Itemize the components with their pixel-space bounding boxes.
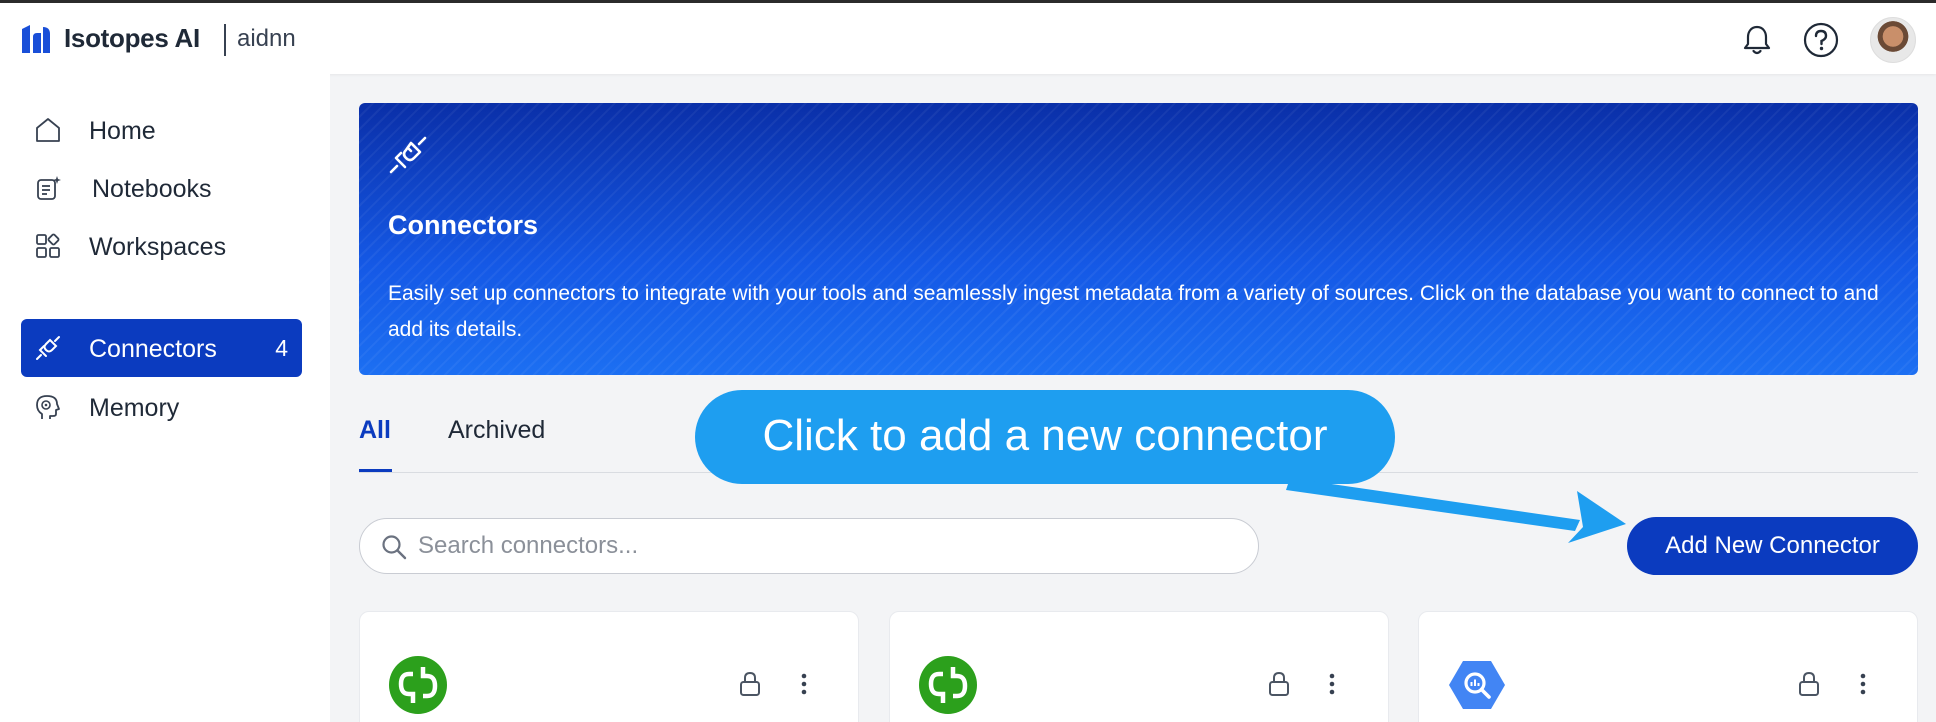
sidebar: Home Notebooks Workspaces Connectors 4 M… (0, 74, 330, 722)
sidebar-item-notebooks[interactable]: Notebooks (21, 159, 302, 217)
isotopes-logo-icon[interactable] (20, 23, 54, 57)
sidebar-item-label: Workspaces (89, 233, 227, 261)
sidebar-item-memory[interactable]: Memory (21, 378, 302, 436)
brand-name: Isotopes AI (64, 23, 200, 53)
bell-icon[interactable] (1738, 21, 1776, 59)
sidebar-item-home[interactable]: Home (21, 101, 302, 159)
user-avatar[interactable] (1870, 17, 1916, 63)
search-box[interactable] (359, 518, 1259, 574)
brand-subtitle: aidnn (237, 25, 296, 52)
sidebar-item-label: Memory (89, 394, 180, 422)
quickbooks-logo-icon (919, 656, 977, 714)
grid-icon (36, 233, 60, 258)
connectors-count-badge: 4 (275, 335, 288, 361)
sidebar-item-connectors[interactable]: Connectors 4 (21, 319, 302, 377)
quickbooks-logo-icon (389, 656, 447, 714)
sidebar-item-workspaces[interactable]: Workspaces (21, 217, 302, 275)
tutorial-callout: Click to add a new connector (695, 390, 1395, 484)
brand-divider (224, 24, 226, 56)
more-options-icon[interactable] (789, 669, 819, 699)
more-options-icon[interactable] (1317, 669, 1347, 699)
home-icon (36, 118, 60, 142)
lock-icon (1799, 671, 1819, 696)
connector-card[interactable] (1418, 611, 1918, 722)
connectors-banner: Connectors Easily set up connectors to i… (359, 103, 1918, 375)
top-bar: Isotopes AI aidnn (0, 0, 1936, 74)
bigquery-logo-icon (1449, 661, 1505, 709)
brain-head-icon (36, 395, 60, 419)
tab-all[interactable]: All (359, 416, 391, 445)
sidebar-item-label: Notebooks (92, 175, 212, 203)
search-icon (382, 535, 407, 560)
page-title: Connectors (388, 210, 539, 240)
search-input[interactable] (418, 529, 1238, 563)
lock-icon (1269, 671, 1289, 696)
page-description: Easily set up connectors to integrate wi… (388, 282, 1879, 341)
help-icon[interactable] (1802, 21, 1840, 59)
connector-card[interactable] (889, 611, 1389, 722)
add-new-connector-button[interactable]: Add New Connector (1627, 517, 1918, 575)
sidebar-item-label: Connectors (89, 335, 217, 363)
plug-icon (389, 136, 427, 174)
lock-icon (740, 671, 760, 696)
notebook-icon (37, 176, 61, 200)
tab-archived[interactable]: Archived (448, 416, 545, 445)
sidebar-item-label: Home (89, 117, 156, 145)
connector-card[interactable] (359, 611, 859, 722)
plug-icon (36, 336, 60, 360)
more-options-icon[interactable] (1848, 669, 1878, 699)
